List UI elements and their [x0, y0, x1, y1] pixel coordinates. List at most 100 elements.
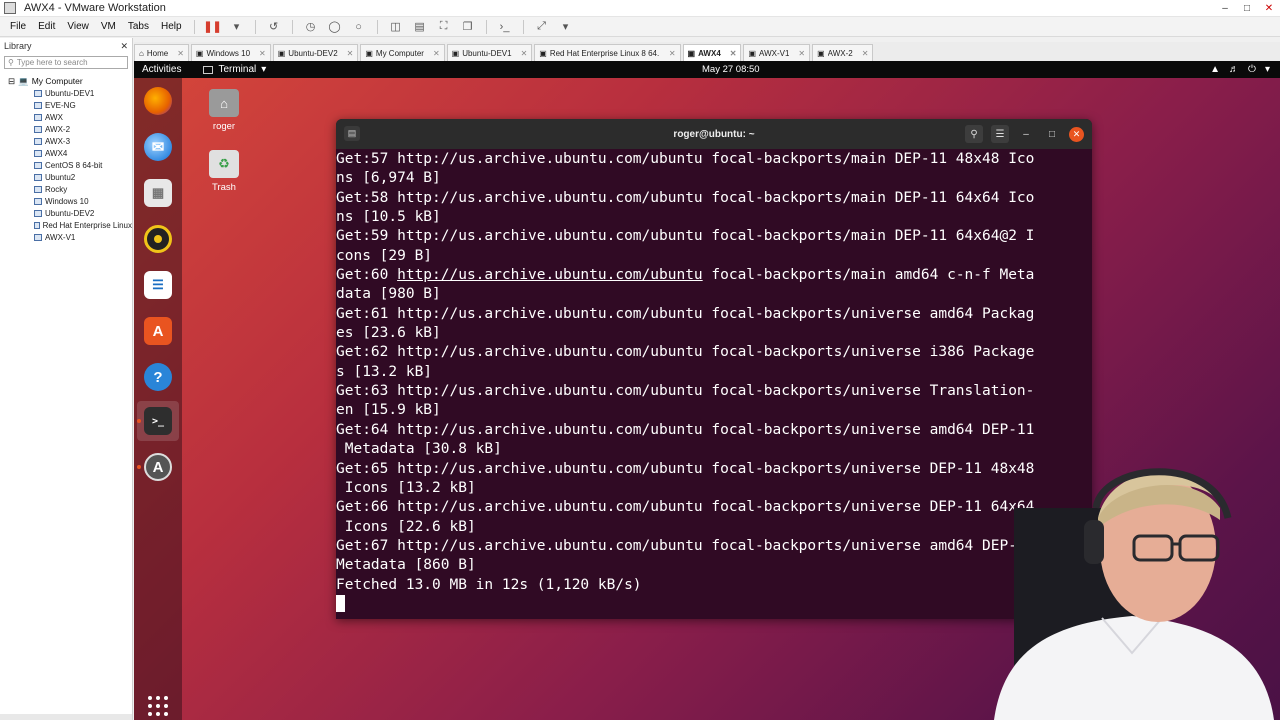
- menu-tabs[interactable]: Tabs: [122, 21, 155, 32]
- vm-tab-bar: ⌂ Home ✕ ▣ Windows 10 ✕ ▣ Ubuntu-DEV2 ✕ ▣ My Compu…: [134, 42, 1280, 61]
- search-icon[interactable]: ⚲: [965, 125, 983, 143]
- menu-edit[interactable]: Edit: [32, 21, 61, 32]
- tab-close-icon[interactable]: ✕: [521, 49, 528, 58]
- snapshot-icon[interactable]: ◷: [303, 20, 319, 34]
- tab-close-icon[interactable]: ✕: [259, 49, 266, 58]
- menu-file[interactable]: File: [4, 21, 32, 32]
- library-tree-item[interactable]: AWX: [0, 111, 132, 123]
- library-tree-item[interactable]: AWX4: [0, 147, 132, 159]
- app-menu[interactable]: Terminal ▾: [203, 64, 266, 75]
- library-tree-item-label: Ubuntu-DEV1: [45, 88, 95, 98]
- console-icon[interactable]: ›_: [497, 20, 513, 34]
- vm-icon: [34, 161, 42, 169]
- toolbar-separator: [522, 19, 524, 34]
- terminal-output[interactable]: Get:57 http://us.archive.ubuntu.com/ubun…: [336, 149, 1092, 619]
- library-search-input[interactable]: ⚲ Type here to search: [4, 56, 128, 69]
- software-icon[interactable]: A: [144, 317, 172, 345]
- vm-tab[interactable]: ▣ AWX-V1 ✕: [743, 44, 811, 61]
- system-tray[interactable]: ▲ ♬ ⏻ ▾: [1210, 64, 1270, 75]
- collapse-icon[interactable]: ⊟: [8, 76, 15, 87]
- snapshot-manager-icon[interactable]: ○: [351, 20, 367, 34]
- thumbnail-view-icon[interactable]: ▤: [412, 20, 428, 34]
- terminal-headerbar[interactable]: ▤ roger@ubuntu: ~ ⚲ ☰ – □ ✕: [336, 119, 1092, 149]
- stretch-dropdown-icon[interactable]: ▾: [558, 20, 574, 34]
- activities-button[interactable]: Activities: [142, 64, 181, 75]
- writer-icon[interactable]: ☰: [144, 271, 172, 299]
- library-tree-item[interactable]: Ubuntu-DEV2: [0, 207, 132, 219]
- terminal-icon[interactable]: >_: [144, 407, 172, 435]
- library-tree-item[interactable]: EVE-NG: [0, 99, 132, 111]
- maximize-icon[interactable]: □: [1043, 125, 1061, 143]
- terminal-line: s [13.2 kB]: [336, 363, 433, 380]
- vm-icon: [34, 197, 42, 205]
- fullscreen-icon[interactable]: ⛶: [436, 20, 452, 34]
- library-tree-item[interactable]: Ubuntu-DEV1: [0, 87, 132, 99]
- library-tree-item-label: AWX4: [45, 148, 68, 158]
- revert-snapshot-icon[interactable]: ◯: [327, 20, 343, 34]
- clock[interactable]: May 27 08:50: [702, 64, 760, 75]
- terminal-line: ns [10.5 kB]: [336, 209, 441, 226]
- library-tree-item[interactable]: AWX-V1: [0, 231, 132, 243]
- menu-help[interactable]: Help: [155, 21, 188, 32]
- software-updater-icon[interactable]: A: [144, 453, 172, 481]
- minimize-icon[interactable]: –: [1214, 0, 1236, 17]
- library-tree-item[interactable]: Windows 10: [0, 195, 132, 207]
- vm-tab[interactable]: ▣ Ubuntu-DEV2 ✕: [272, 44, 359, 61]
- terminal-line: Get:67 http://us.archive.ubuntu.com/ubun…: [336, 537, 1035, 554]
- menu-vm[interactable]: VM: [95, 21, 122, 32]
- pause-icon[interactable]: ❚❚: [203, 20, 221, 34]
- tab-close-icon[interactable]: ✕: [433, 49, 440, 58]
- library-scrollbar[interactable]: [0, 714, 132, 720]
- close-icon[interactable]: ✕: [1258, 0, 1280, 17]
- tab-close-icon[interactable]: ✕: [347, 49, 354, 58]
- firefox-icon[interactable]: [144, 87, 172, 115]
- unity-icon[interactable]: ❐: [460, 20, 476, 34]
- maximize-icon[interactable]: □: [1236, 0, 1258, 17]
- show-applications-icon[interactable]: [148, 696, 168, 716]
- vm-tab[interactable]: ▣ AWX4 ✕: [682, 44, 742, 61]
- vm-tab[interactable]: ▣ Red Hat Enterprise Linux 8 64... ✕: [534, 44, 681, 61]
- library-view-icon[interactable]: ◫: [388, 20, 404, 34]
- terminal-window[interactable]: ▤ roger@ubuntu: ~ ⚲ ☰ – □ ✕ Get:57 http:…: [336, 119, 1092, 619]
- tab-close-icon[interactable]: ✕: [669, 49, 676, 58]
- close-icon[interactable]: ✕: [1069, 126, 1084, 142]
- vm-icon: ▣: [195, 48, 204, 58]
- tab-close-icon[interactable]: ✕: [177, 49, 184, 58]
- library-close-icon[interactable]: ✕: [120, 41, 128, 52]
- vm-icon: ▣: [539, 48, 547, 58]
- vm-tab[interactable]: ▣ Windows 10 ✕: [190, 44, 271, 61]
- library-tree-item[interactable]: Red Hat Enterprise Linux: [0, 219, 132, 231]
- thunderbird-icon[interactable]: ✉: [144, 133, 172, 161]
- toolbar-separator: [193, 19, 195, 34]
- tab-close-icon[interactable]: ✕: [730, 49, 737, 58]
- library-tree-item-label: Rocky: [45, 184, 68, 194]
- new-tab-icon[interactable]: ▤: [344, 126, 360, 141]
- vm-tab[interactable]: ▣ My Computer ✕: [360, 44, 445, 61]
- terminal-prompt-line[interactable]: [336, 594, 1092, 615]
- help-icon[interactable]: ?: [144, 363, 172, 391]
- network-icon: ▲: [1210, 64, 1221, 75]
- library-tree-item[interactable]: AWX-2: [0, 123, 132, 135]
- rhythmbox-icon[interactable]: [144, 225, 172, 253]
- send-ctrl-alt-del-icon[interactable]: ↺: [266, 20, 282, 34]
- hamburger-menu-icon[interactable]: ☰: [991, 125, 1009, 143]
- desktop-trash-icon[interactable]: ♻ Trash: [199, 150, 249, 193]
- home-folder-icon: ⌂: [209, 89, 239, 117]
- vm-tab[interactable]: ▣ AWX-2 ✕: [812, 44, 874, 61]
- library-tree-item[interactable]: CentOS 8 64-bit: [0, 159, 132, 171]
- library-root[interactable]: ⊟ 💻 My Computer: [0, 75, 132, 87]
- menu-view[interactable]: View: [61, 21, 95, 32]
- tab-close-icon[interactable]: ✕: [862, 49, 869, 58]
- vm-tab[interactable]: ▣ Ubuntu-DEV1 ✕: [446, 44, 533, 61]
- files-icon[interactable]: ▦: [144, 179, 172, 207]
- desktop-home-icon[interactable]: ⌂ roger: [199, 89, 249, 132]
- library-tree-item[interactable]: Rocky: [0, 183, 132, 195]
- library-tree-item[interactable]: AWX-3: [0, 135, 132, 147]
- stretch-icon[interactable]: ⤢: [534, 20, 550, 34]
- tab-close-icon[interactable]: ✕: [798, 49, 805, 58]
- dropdown-icon[interactable]: ▾: [229, 20, 245, 34]
- library-tree-item[interactable]: Ubuntu2: [0, 171, 132, 183]
- hovered-link[interactable]: http://us.archive.ubuntu.com/ubuntu: [397, 267, 703, 283]
- vm-tab[interactable]: ⌂ Home ✕: [134, 44, 189, 61]
- minimize-icon[interactable]: –: [1017, 125, 1035, 143]
